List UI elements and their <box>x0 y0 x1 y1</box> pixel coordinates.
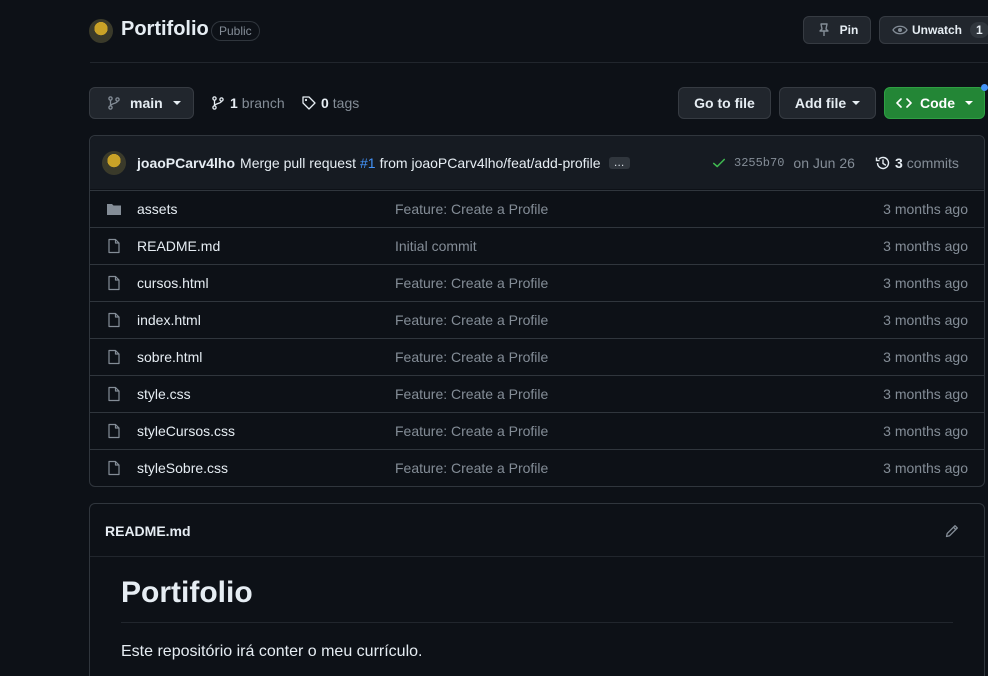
commit-sha[interactable]: 3255b70 <box>734 156 784 170</box>
file-commit-message[interactable]: Initial commit <box>395 238 477 254</box>
unwatch-button[interactable]: Unwatch 1 <box>879 16 988 44</box>
code-button[interactable]: Code <box>884 87 985 119</box>
file-commit-message[interactable]: Feature: Create a Profile <box>395 349 548 365</box>
tag-count: 0 <box>321 95 329 111</box>
chevron-down-icon <box>852 101 861 105</box>
go-to-file-button[interactable]: Go to file <box>678 87 771 119</box>
commit-count: 3 <box>895 155 903 171</box>
file-name[interactable]: styleCursos.css <box>137 423 235 439</box>
branches-link[interactable]: 1 branch <box>210 95 285 111</box>
file-name[interactable]: README.md <box>137 238 220 254</box>
git-branch-icon <box>210 95 226 111</box>
watch-count: 1 <box>970 22 988 38</box>
folder-icon <box>106 201 122 217</box>
file-icon <box>106 238 122 254</box>
commit-message: joaoPCarv4lho Merge pull request #1 from… <box>137 155 630 171</box>
branch-word: branch <box>241 95 285 111</box>
file-name[interactable]: style.css <box>137 386 191 402</box>
file-name[interactable]: styleSobre.css <box>137 460 228 476</box>
chevron-down-icon <box>172 101 181 105</box>
file-age: 3 months ago <box>883 386 968 402</box>
file-age: 3 months ago <box>883 201 968 217</box>
table-row[interactable]: styleSobre.css Feature: Create a Profile… <box>90 449 984 486</box>
pin-label: Pin <box>839 23 859 37</box>
file-icon <box>106 312 122 328</box>
readme-heading: Portifolio <box>121 576 253 609</box>
branch-count: 1 <box>230 95 238 111</box>
branch-name: main <box>130 95 163 111</box>
commit-author[interactable]: joaoPCarv4lho <box>137 155 235 171</box>
file-icon <box>106 460 122 476</box>
pencil-icon <box>944 523 960 539</box>
git-branch-icon <box>106 95 122 111</box>
commits-link[interactable]: 3 commits <box>875 155 959 171</box>
commit-author-avatar[interactable] <box>102 151 126 175</box>
readme-header <box>90 504 984 557</box>
edit-readme-button[interactable] <box>944 523 960 539</box>
file-commit-message[interactable]: Feature: Create a Profile <box>395 460 548 476</box>
file-name[interactable]: cursos.html <box>137 275 209 291</box>
notification-dot <box>981 84 988 91</box>
readme-heading-rule <box>121 622 953 623</box>
visibility-badge: Public <box>211 21 260 41</box>
pr-link[interactable]: #1 <box>360 155 376 171</box>
file-icon <box>106 349 122 365</box>
history-icon <box>875 155 891 171</box>
tag-word: tags <box>332 95 360 111</box>
file-name[interactable]: index.html <box>137 312 201 328</box>
code-icon <box>896 95 912 111</box>
tag-icon <box>301 95 317 111</box>
file-age: 3 months ago <box>883 238 968 254</box>
table-row[interactable]: style.css Feature: Create a Profile 3 mo… <box>90 375 984 412</box>
file-name[interactable]: sobre.html <box>137 349 202 365</box>
file-commit-message[interactable]: Feature: Create a Profile <box>395 423 548 439</box>
file-age: 3 months ago <box>883 275 968 291</box>
pin-icon <box>816 22 832 38</box>
file-icon <box>106 275 122 291</box>
file-commit-message[interactable]: Feature: Create a Profile <box>395 312 548 328</box>
pin-button[interactable]: Pin <box>803 16 871 44</box>
file-age: 3 months ago <box>883 312 968 328</box>
file-icon <box>106 423 122 439</box>
commit-status: 3255b70 on Jun 26 <box>712 155 855 171</box>
commit-suffix[interactable]: from joaoPCarv4lho/feat/add-profile <box>380 155 601 171</box>
code-label: Code <box>920 95 955 111</box>
readme-filename[interactable]: README.md <box>105 523 191 539</box>
unwatch-label: Unwatch <box>912 23 963 37</box>
file-age: 3 months ago <box>883 460 968 476</box>
chevron-down-icon <box>965 101 973 105</box>
file-commit-message[interactable]: Feature: Create a Profile <box>395 201 548 217</box>
table-row[interactable]: sobre.html Feature: Create a Profile 3 m… <box>90 338 984 375</box>
header-divider <box>90 62 988 63</box>
table-row[interactable]: styleCursos.css Feature: Create a Profil… <box>90 412 984 449</box>
table-row[interactable]: index.html Feature: Create a Profile 3 m… <box>90 301 984 338</box>
file-age: 3 months ago <box>883 349 968 365</box>
file-icon <box>106 386 122 402</box>
commit-word: commits <box>906 155 959 171</box>
table-row[interactable]: cursos.html Feature: Create a Profile 3 … <box>90 264 984 301</box>
branch-selector[interactable]: main <box>89 87 194 119</box>
expand-commit-button[interactable]: … <box>608 157 630 169</box>
add-file-button[interactable]: Add file <box>779 87 876 119</box>
commit-date: on Jun 26 <box>793 155 855 171</box>
table-row[interactable]: assets Feature: Create a Profile 3 month… <box>90 190 984 227</box>
check-icon[interactable] <box>712 156 726 170</box>
file-commit-message[interactable]: Feature: Create a Profile <box>395 386 548 402</box>
repo-avatar[interactable] <box>89 19 113 43</box>
repo-name[interactable]: Portifolio <box>121 18 209 41</box>
readme-body: Este repositório irá conter o meu curríc… <box>121 643 423 660</box>
file-age: 3 months ago <box>883 423 968 439</box>
table-row[interactable]: README.md Initial commit 3 months ago <box>90 227 984 264</box>
commit-prefix[interactable]: Merge pull request <box>240 155 356 171</box>
eye-icon <box>892 22 908 38</box>
add-file-label: Add file <box>794 95 847 111</box>
tags-link[interactable]: 0 tags <box>301 95 359 111</box>
file-name[interactable]: assets <box>137 201 177 217</box>
file-commit-message[interactable]: Feature: Create a Profile <box>395 275 548 291</box>
